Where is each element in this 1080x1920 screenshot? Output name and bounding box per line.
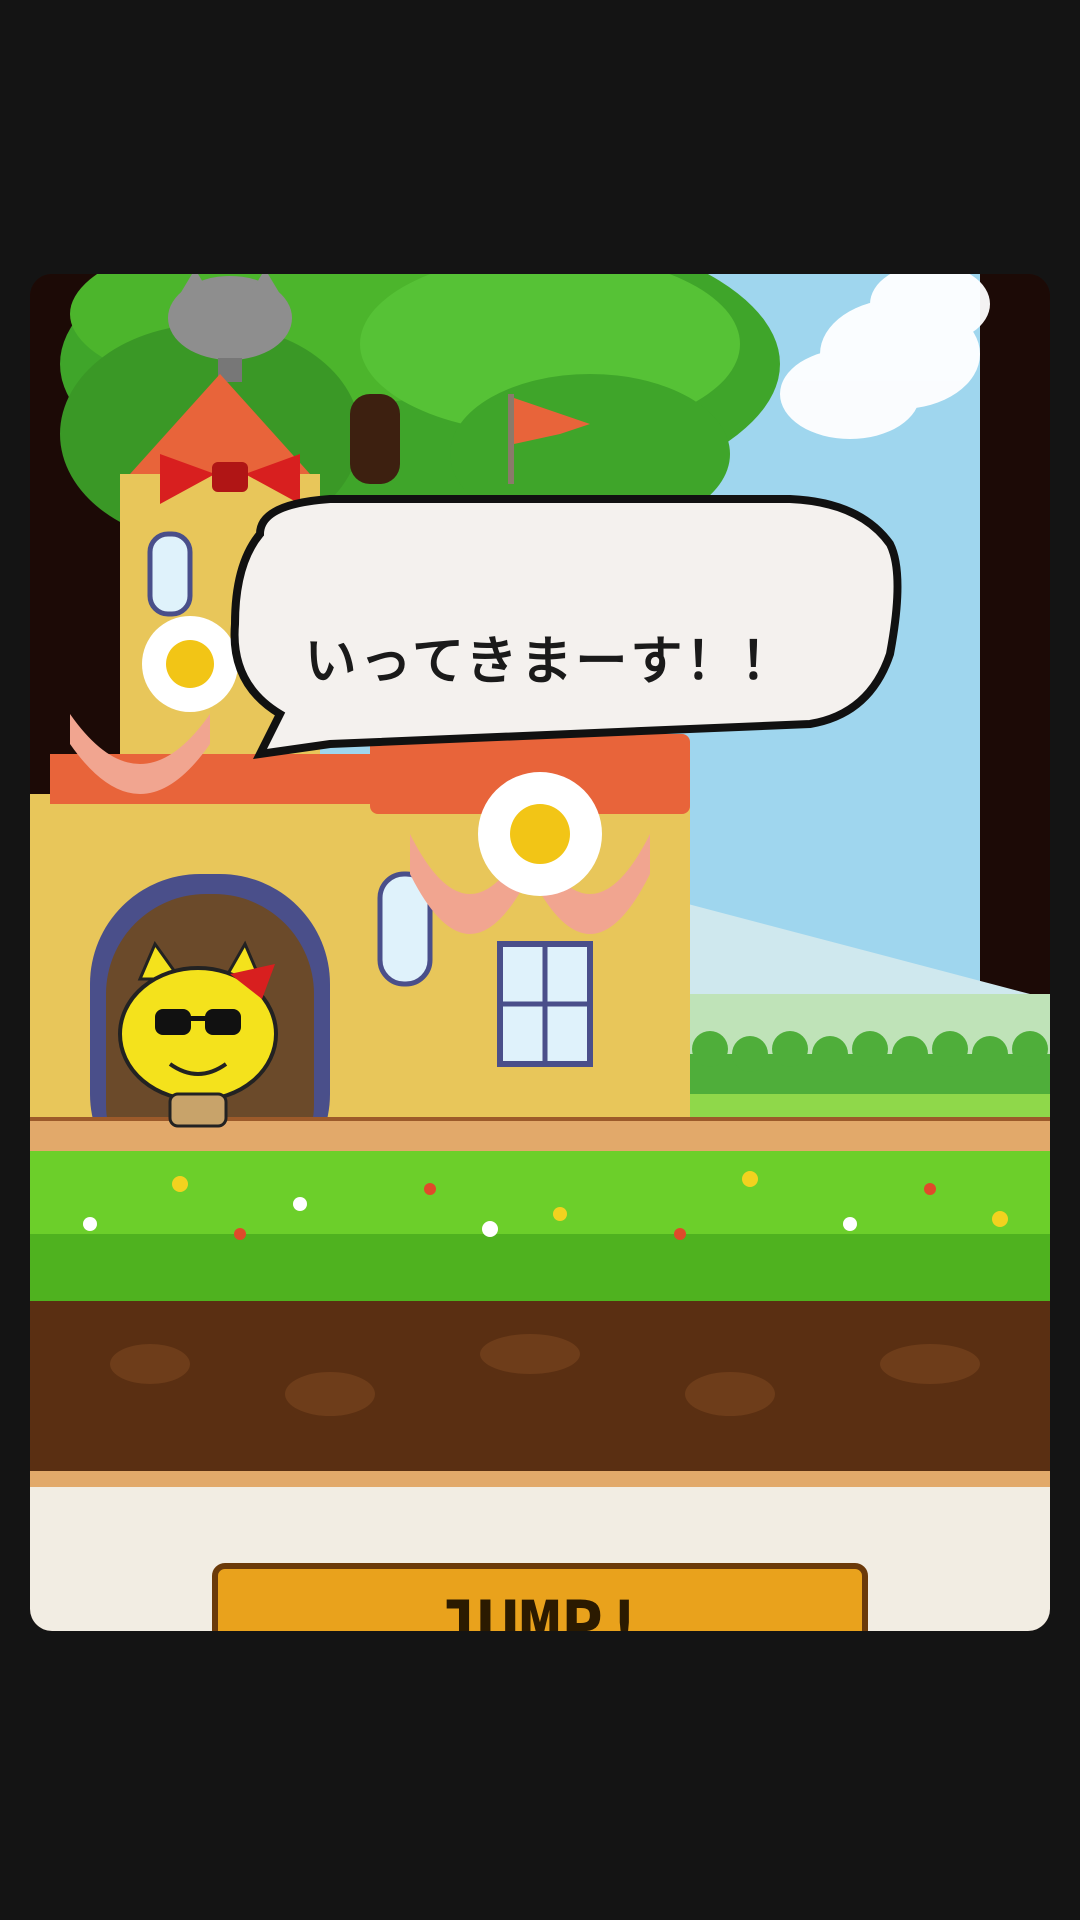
flower-icon [478, 772, 602, 896]
soil [30, 1301, 1050, 1471]
flower-icon [142, 616, 238, 712]
tree-hollow [350, 394, 400, 484]
game-scene [30, 274, 1050, 1631]
game-screen: いってきまーす！！ JUMP! [30, 274, 1050, 1631]
jump-button[interactable]: JUMP! [220, 1574, 860, 1631]
speech-bubble-text: いってきまーす！！ [304, 631, 796, 692]
